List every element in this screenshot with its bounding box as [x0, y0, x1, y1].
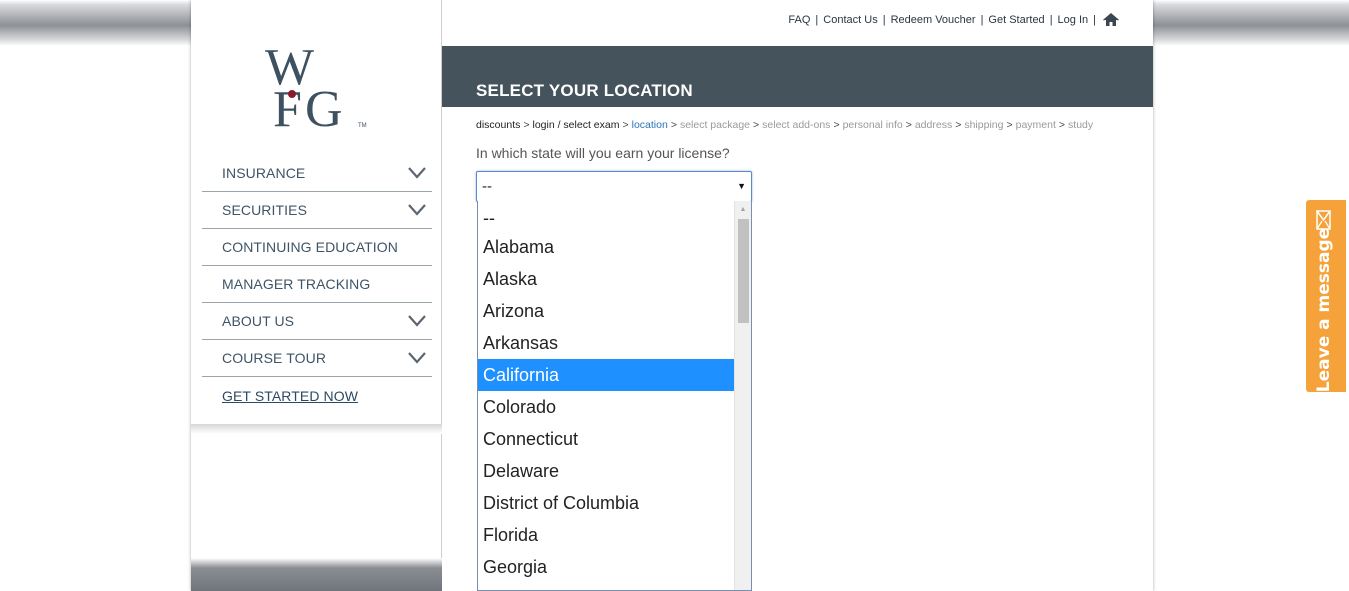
sidebar-item-securities[interactable]: SECURITIES [202, 192, 432, 229]
wfg-logo-icon: W F G TM [265, 39, 367, 138]
page-container: W F G TM INSURANCE SECURITIES CONTINUING… [191, 0, 1153, 591]
state-options: -- Alabama Alaska Arizona Arkansas Calif… [478, 201, 735, 583]
sidebar-item-label: MANAGER TRACKING [222, 276, 371, 292]
home-icon[interactable] [1103, 13, 1119, 27]
state-option[interactable]: Arkansas [478, 327, 735, 359]
get-started-link[interactable]: Get Started [988, 14, 1044, 26]
breadcrumb-separator: > [955, 119, 962, 131]
sidebar-item-label: COURSE TOUR [222, 350, 327, 366]
breadcrumb-step[interactable]: discounts [476, 119, 520, 131]
chevron-down-icon[interactable] [408, 167, 426, 179]
breadcrumb-step: address [914, 119, 953, 131]
get-started-now-link[interactable]: GET STARTED NOW [222, 388, 358, 404]
breadcrumb-separator: > [670, 119, 677, 131]
leave-a-message-label: Leave a message [1314, 227, 1334, 393]
sidebar-item-label: SECURITIES [222, 202, 308, 218]
leave-a-message-tab[interactable]: Leave a message [1306, 200, 1346, 392]
sidebar-item-continuing-education[interactable]: CONTINUING EDUCATION [202, 229, 432, 266]
state-option[interactable]: Arizona [478, 295, 735, 327]
log-in-link[interactable]: Log In [1058, 14, 1089, 26]
breadcrumb-step[interactable]: login / select exam [533, 119, 620, 131]
faq-link[interactable]: FAQ [788, 14, 810, 26]
sidebar-item-label: INSURANCE [222, 165, 306, 181]
contact-us-link[interactable]: Contact Us [823, 14, 877, 26]
chevron-down-icon[interactable] [408, 352, 426, 364]
state-option[interactable]: Alabama [478, 231, 735, 263]
state-option[interactable]: -- [478, 201, 735, 231]
dropdown-arrow-icon: ▼ [737, 181, 746, 191]
state-option[interactable]: Delaware [478, 455, 735, 487]
sidebar-nav: INSURANCE SECURITIES CONTINUING EDUCATIO… [202, 155, 432, 414]
breadcrumb-step: select add-ons [762, 119, 831, 131]
breadcrumb-step: shipping [964, 119, 1004, 131]
breadcrumb: discounts > login / select exam > location > s… [476, 119, 1093, 131]
logo-letter-f: F [273, 81, 302, 132]
sidebar-item-get-started-now[interactable]: GET STARTED NOW [202, 377, 432, 414]
breadcrumb-separator: > [523, 119, 530, 131]
link-separator: | [1093, 14, 1096, 26]
state-option[interactable]: Alaska [478, 263, 735, 295]
breadcrumb-step: study [1068, 119, 1094, 131]
logo-dot [288, 90, 296, 98]
link-separator: | [815, 14, 819, 26]
sidebar-item-manager-tracking[interactable]: MANAGER TRACKING [202, 266, 432, 303]
breadcrumb-step: personal info [842, 119, 903, 131]
sidebar-item-label: CONTINUING EDUCATION [222, 239, 398, 255]
state-select-value: -- [482, 178, 492, 195]
state-option[interactable]: Georgia [478, 551, 735, 583]
breadcrumb-separator: > [1058, 119, 1066, 131]
dropdown-scrollbar[interactable]: ▲ [734, 201, 751, 590]
scroll-up-arrow-icon[interactable]: ▲ [735, 201, 751, 218]
page-title: SELECT YOUR LOCATION [476, 81, 693, 100]
sidebar: W F G TM INSURANCE SECURITIES CONTINUING… [191, 0, 442, 591]
scrollbar-thumb[interactable] [738, 219, 749, 323]
wfg-logo[interactable]: W F G TM [263, 36, 373, 138]
page-header-bar: SELECT YOUR LOCATION [442, 46, 1153, 107]
state-dropdown-list: -- Alabama Alaska Arizona Arkansas Calif… [477, 201, 752, 591]
sidebar-divider [191, 424, 442, 434]
state-question-label: In which state will you earn your licens… [476, 145, 730, 161]
redeem-voucher-link[interactable]: Redeem Voucher [891, 14, 976, 26]
state-option-highlighted[interactable]: California [478, 359, 735, 391]
top-links: FAQ | Contact Us | Redeem Voucher | Get … [442, 0, 1153, 46]
logo-tm: TM [358, 123, 367, 129]
link-separator: | [980, 14, 984, 26]
state-option[interactable]: Florida [478, 519, 735, 551]
sidebar-footer-band [191, 558, 442, 591]
breadcrumb-step: select package [679, 119, 750, 131]
breadcrumb-separator: > [833, 119, 840, 131]
state-option[interactable]: Connecticut [478, 423, 735, 455]
state-option[interactable]: District of Columbia [478, 487, 735, 519]
sidebar-item-label: ABOUT US [222, 313, 295, 329]
breadcrumb-separator: > [622, 119, 629, 131]
breadcrumb-step: payment [1015, 119, 1056, 131]
logo-letter-g: G [305, 81, 343, 132]
sidebar-item-insurance[interactable]: INSURANCE [202, 155, 432, 192]
sidebar-item-course-tour[interactable]: COURSE TOUR [202, 340, 432, 377]
breadcrumb-step-current: location [631, 119, 668, 131]
chevron-down-icon[interactable] [408, 315, 426, 327]
link-separator: | [1049, 14, 1053, 26]
breadcrumb-separator: > [1006, 119, 1013, 131]
chevron-down-icon[interactable] [408, 204, 426, 216]
breadcrumb-separator: > [905, 119, 912, 131]
breadcrumb-separator: > [753, 119, 760, 131]
state-select[interactable]: -- ▼ [476, 171, 752, 202]
sidebar-item-about-us[interactable]: ABOUT US [202, 303, 432, 340]
state-option[interactable]: Colorado [478, 391, 735, 423]
link-separator: | [882, 14, 886, 26]
